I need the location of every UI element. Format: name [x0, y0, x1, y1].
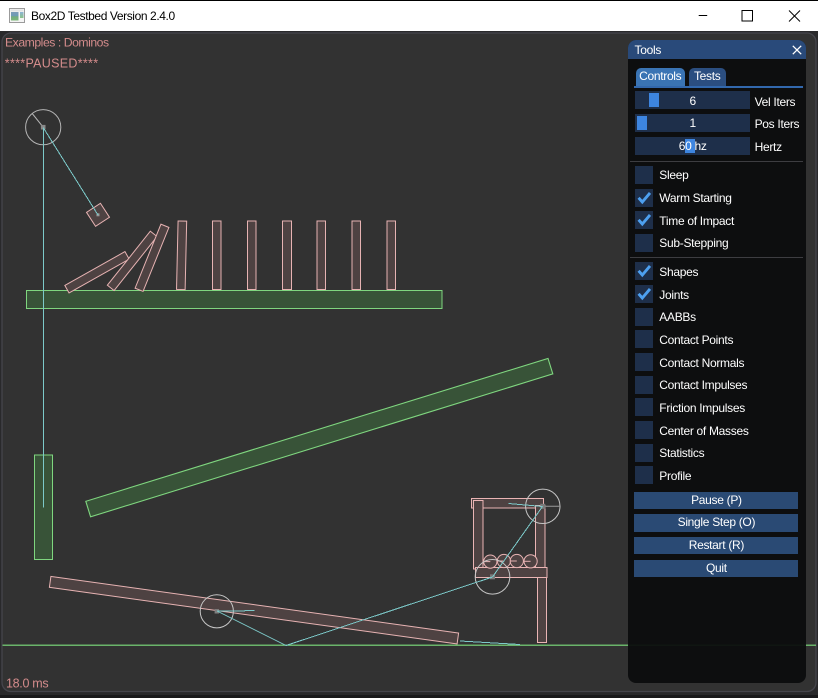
svg-text:****PAUSED****: ****PAUSED****	[5, 57, 99, 71]
svg-text:Examples : Dominos: Examples : Dominos	[5, 35, 109, 49]
svg-text:18.0 ms: 18.0 ms	[6, 677, 48, 691]
